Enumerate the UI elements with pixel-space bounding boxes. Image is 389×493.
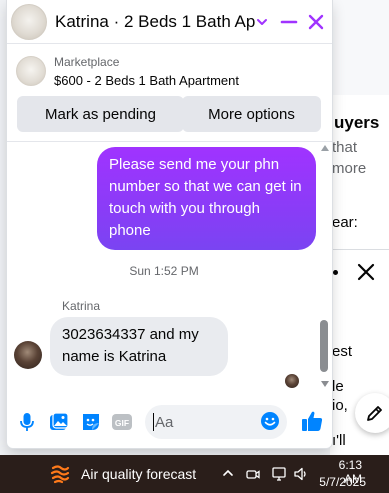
background-bullet: [333, 270, 338, 275]
background-card-title: uyers: [334, 113, 380, 132]
background-text: est: [332, 343, 353, 360]
volume-icon[interactable]: [293, 466, 309, 482]
chat-window: Katrina · 2 Beds 1 Bath Apa... Marketpla…: [7, 0, 332, 448]
camera-icon[interactable]: [245, 466, 261, 482]
microphone-icon[interactable]: [16, 411, 38, 433]
like-icon[interactable]: [300, 409, 324, 433]
scrollbar[interactable]: [318, 142, 330, 394]
new-message-button[interactable]: [355, 393, 389, 433]
background-text: io,: [332, 397, 348, 414]
listing-category: Marketplace: [54, 55, 120, 69]
marketplace-listing: Marketplace $600 - 2 Beds 1 Bath Apartme…: [7, 45, 332, 138]
background-text: more: [332, 160, 367, 177]
close-icon[interactable]: [306, 12, 326, 32]
background-text: ear:: [332, 214, 358, 231]
network-icon[interactable]: [271, 466, 287, 482]
gif-icon[interactable]: GIF: [111, 411, 133, 433]
avatar[interactable]: [11, 4, 47, 40]
clock-date[interactable]: 5/7/2025: [316, 475, 366, 489]
message-composer: GIF: [7, 398, 332, 448]
sender-name: Katrina: [62, 299, 101, 313]
more-options-button[interactable]: More options: [182, 96, 321, 132]
incoming-message[interactable]: 3023634337 and my name is Katrina: [50, 317, 228, 376]
chevron-up-icon[interactable]: [222, 467, 234, 479]
text-caret: [153, 413, 154, 431]
sticker-icon[interactable]: [80, 411, 102, 433]
seen-indicator-avatar: [285, 374, 299, 388]
background-text: le: [332, 378, 344, 395]
weather-widget-label[interactable]: Air quality forecast: [81, 466, 196, 482]
scrollbar-thumb[interactable]: [320, 320, 328, 372]
photo-icon[interactable]: [48, 411, 70, 433]
listing-title[interactable]: $600 - 2 Beds 1 Bath Apartment: [54, 73, 239, 88]
background-text: that: [332, 139, 358, 156]
background-card: [330, 0, 389, 95]
scroll-down-arrow-icon[interactable]: [321, 381, 329, 387]
background-text: ı'll: [332, 432, 346, 449]
outgoing-message[interactable]: Please send me your phn number so that w…: [97, 147, 316, 250]
emoji-icon[interactable]: [260, 411, 280, 431]
svg-text:GIF: GIF: [115, 418, 129, 428]
compose-icon: [367, 406, 382, 421]
air-quality-icon[interactable]: [49, 463, 71, 485]
taskbar: Air quality forecast 6:13 AM 5/7/2025: [0, 455, 389, 493]
chevron-down-icon[interactable]: [256, 16, 268, 28]
listing-thumbnail[interactable]: [16, 56, 46, 86]
minimize-icon[interactable]: [279, 12, 299, 32]
background-divider: [330, 249, 389, 250]
scroll-up-arrow-icon[interactable]: [321, 145, 329, 151]
message-timestamp: Sun 1:52 PM: [129, 264, 199, 278]
mark-as-pending-button[interactable]: Mark as pending: [17, 96, 184, 132]
sender-avatar[interactable]: [14, 341, 42, 369]
conversation-title[interactable]: Katrina · 2 Beds 1 Bath Apa...: [55, 12, 255, 32]
background-close-icon[interactable]: [356, 262, 376, 282]
chat-header[interactable]: Katrina · 2 Beds 1 Bath Apa...: [7, 0, 332, 44]
message-thread[interactable]: Please send me your phn number so that w…: [7, 141, 332, 393]
